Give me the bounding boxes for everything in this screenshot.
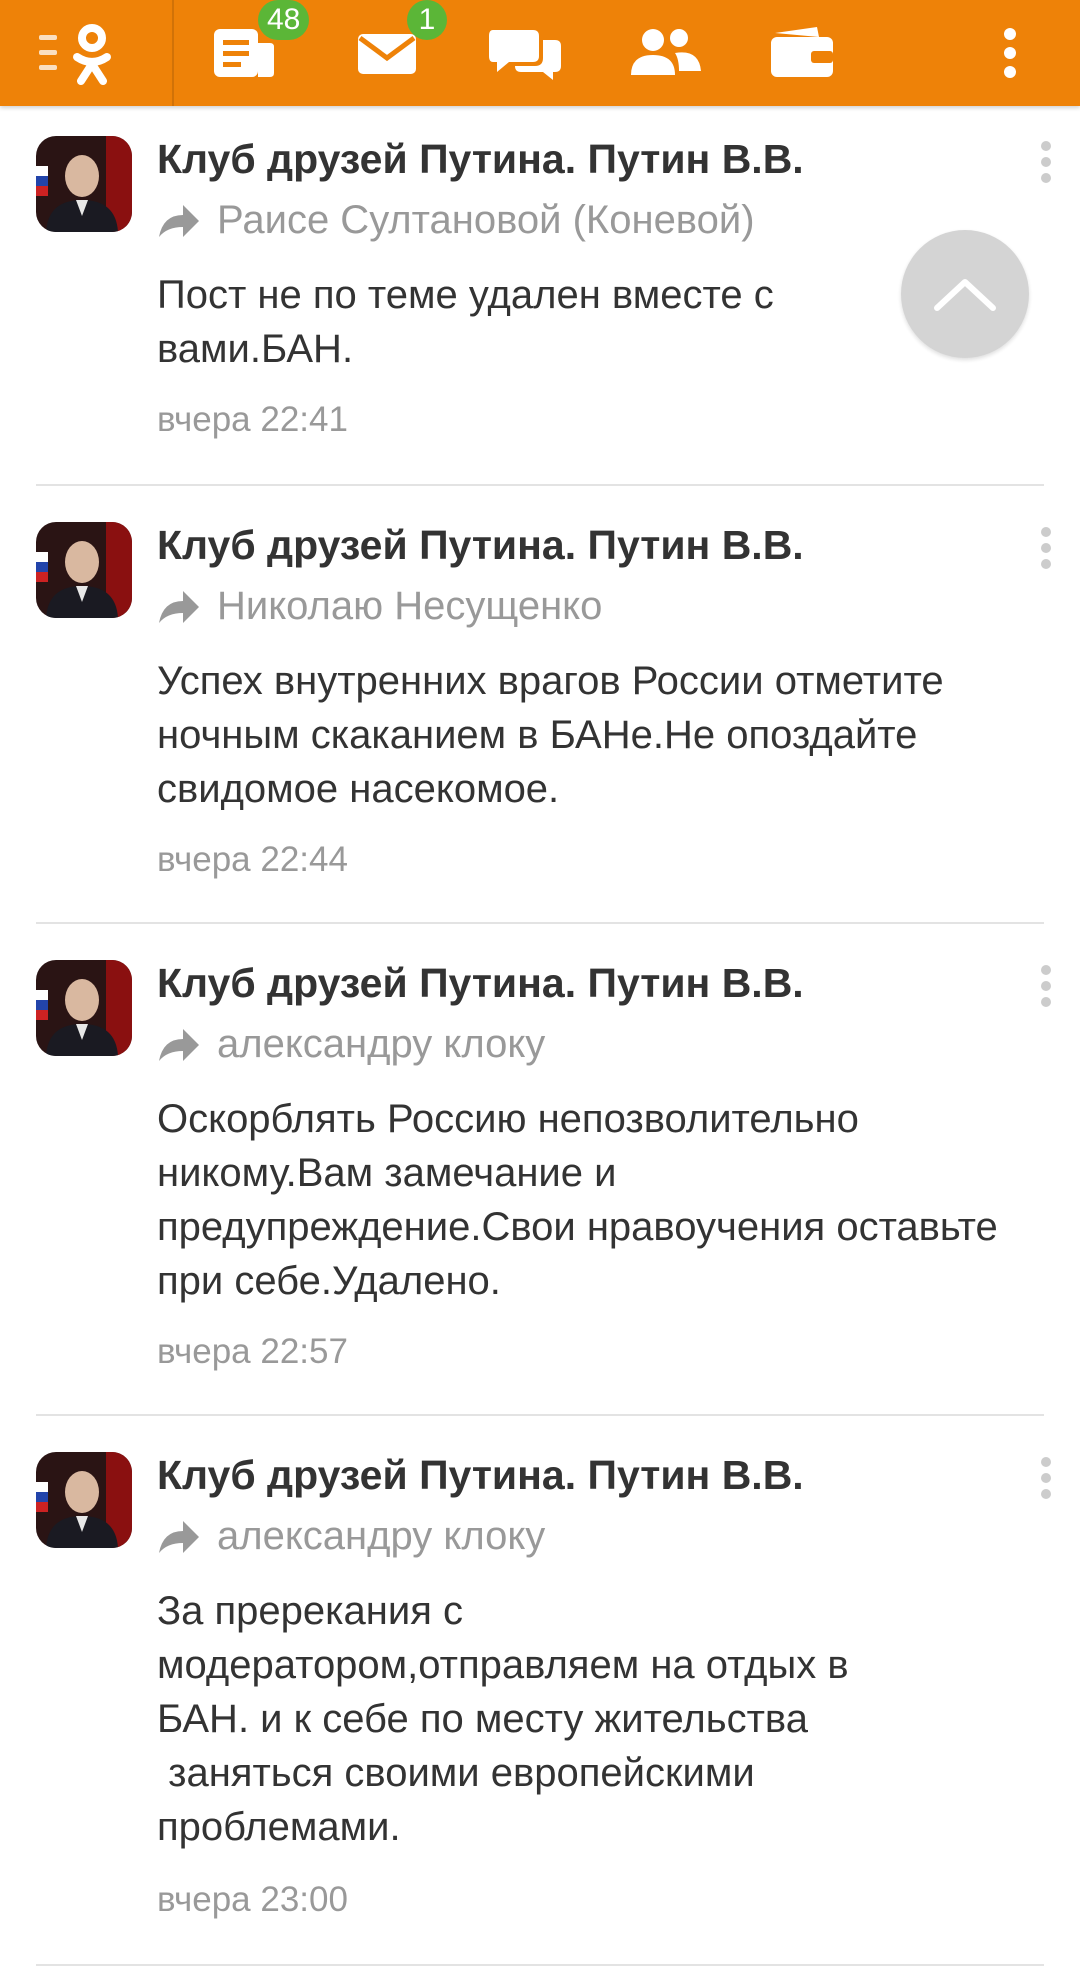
message-text: За пререкания с модератором,отправляем н…: [157, 1589, 849, 1849]
item-more-icon[interactable]: [1034, 524, 1058, 572]
timestamp: вчера 23:00: [157, 1880, 348, 1919]
reply-target-name: александру клоку: [217, 1514, 546, 1558]
toolbar-divider: [172, 0, 174, 106]
reply-target[interactable]: Николаю Несущенко: [157, 584, 602, 629]
message-text: Оскорблять Россию непозволительно никому…: [157, 1097, 1009, 1303]
message-text: Пост не по теме удален вместе с вами.БАН…: [157, 273, 785, 371]
discussions-icon: [489, 30, 561, 80]
divider: [36, 484, 1044, 486]
item-more-icon[interactable]: [1034, 962, 1058, 1010]
author-name[interactable]: Клуб друзей Путина. Путин В.В.: [157, 136, 804, 183]
friends-button[interactable]: [620, 0, 710, 106]
menu-button[interactable]: [30, 0, 130, 106]
reply-target[interactable]: александру клоку: [157, 1022, 545, 1067]
forward-arrow-icon: [159, 1028, 199, 1061]
divider: [36, 922, 1044, 924]
avatar[interactable]: [36, 522, 132, 618]
timestamp: вчера 22:41: [157, 400, 348, 439]
forward-arrow-icon: [159, 1520, 199, 1553]
reply-target-name: Раисе Султановой (Коневой): [217, 198, 755, 242]
feed-badge: 48: [258, 0, 310, 40]
forward-arrow-icon: [159, 204, 199, 237]
reply-target[interactable]: александру клоку: [157, 1514, 545, 1559]
more-vertical-icon: [1004, 28, 1016, 78]
item-more-icon[interactable]: [1034, 1454, 1058, 1502]
divider: [36, 1964, 1044, 1966]
top-bar: 48 1: [0, 0, 1080, 106]
wallet-icon: [771, 27, 833, 77]
scroll-to-top-button[interactable]: [901, 230, 1029, 358]
reply-target-name: Николаю Несущенко: [217, 584, 603, 628]
avatar[interactable]: [36, 960, 132, 1056]
author-name[interactable]: Клуб друзей Путина. Путин В.В.: [157, 1452, 804, 1499]
author-name[interactable]: Клуб друзей Путина. Путин В.В.: [157, 960, 804, 1007]
ok-logo-icon: [39, 24, 111, 85]
timestamp: вчера 22:57: [157, 1332, 348, 1371]
forward-arrow-icon: [159, 590, 199, 623]
item-more-icon[interactable]: [1034, 138, 1058, 186]
avatar[interactable]: [36, 1452, 132, 1548]
payments-button[interactable]: [760, 0, 844, 106]
timestamp: вчера 22:44: [157, 840, 348, 879]
reply-target-name: александру клоку: [217, 1022, 546, 1066]
avatar[interactable]: [36, 136, 132, 232]
discussions-button[interactable]: [480, 0, 570, 106]
overflow-menu-button[interactable]: [990, 0, 1030, 106]
envelope-icon: [358, 34, 416, 74]
author-name[interactable]: Клуб друзей Путина. Путин В.В.: [157, 522, 804, 569]
divider: [36, 1414, 1044, 1416]
messages-badge: 1: [407, 0, 447, 40]
message-text: Успех внутренних врагов России отметите …: [157, 659, 955, 811]
reply-target[interactable]: Раисе Султановой (Коневой): [157, 198, 755, 243]
chevron-up-icon: [934, 279, 996, 311]
friends-icon: [631, 29, 701, 75]
